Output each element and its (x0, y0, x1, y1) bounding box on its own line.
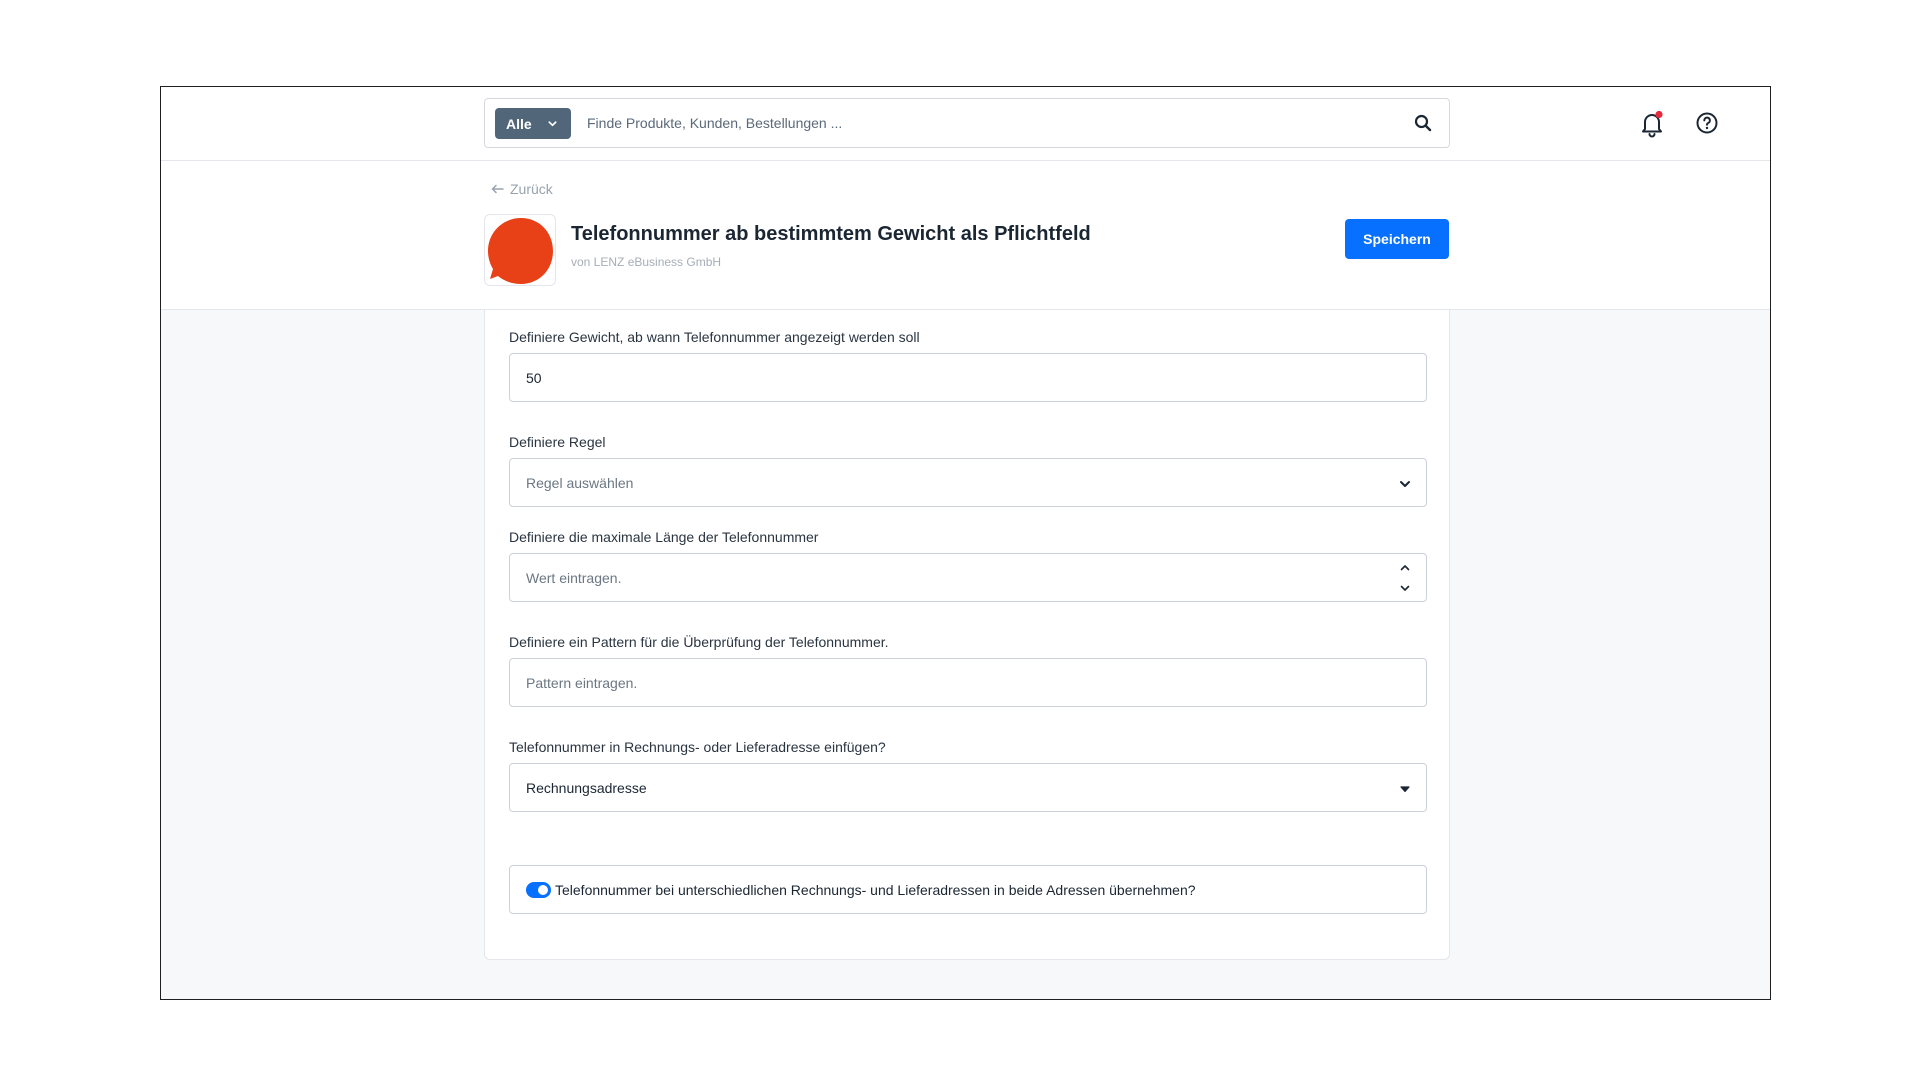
address-label: Telefonnummer in Rechnungs- oder Liefera… (509, 739, 886, 755)
rule-label: Definiere Regel (509, 434, 606, 450)
global-search: Alle (484, 98, 1450, 148)
back-label: Zurück (510, 181, 553, 197)
app-header: Zurück Telefonnummer ab bestimmtem Gewic… (161, 161, 1770, 310)
rule-placeholder: Regel auswählen (526, 475, 634, 491)
chevron-down-icon (548, 121, 557, 127)
pattern-label: Definiere ein Pattern für die Überprüfun… (509, 634, 889, 650)
max-length-label: Definiere die maximale Länge der Telefon… (509, 529, 819, 545)
max-length-placeholder: Wert eintragen. (526, 570, 622, 586)
top-bar: Alle (161, 87, 1770, 161)
search-input[interactable] (585, 99, 1385, 147)
pattern-placeholder: Pattern eintragen. (526, 675, 638, 691)
chevron-down-icon (1400, 481, 1410, 487)
address-select[interactable]: Rechnungsadresse (509, 763, 1427, 812)
page-title: Telefonnummer ab bestimmtem Gewicht als … (571, 223, 1091, 245)
bell-icon[interactable] (1639, 110, 1665, 138)
page-subtitle: von LENZ eBusiness GmbH (571, 255, 722, 269)
copy-phone-toggle[interactable] (526, 882, 551, 898)
weight-value: 50 (526, 370, 542, 386)
caret-down-icon (1400, 786, 1410, 793)
copy-phone-toggle-label: Telefonnummer bei unterschiedlichen Rech… (555, 882, 1196, 898)
max-length-input[interactable]: Wert eintragen. (509, 553, 1427, 602)
help-icon[interactable] (1695, 111, 1719, 135)
copy-phone-toggle-row: Telefonnummer bei unterschiedlichen Rech… (509, 865, 1427, 914)
toggle-knob (538, 885, 548, 895)
app-logo (484, 214, 556, 286)
search-filter-dropdown[interactable]: Alle (495, 108, 571, 139)
weight-label: Definiere Gewicht, ab wann Telefonnummer… (509, 329, 920, 345)
notification-dot (1655, 110, 1663, 119)
search-icon[interactable] (1413, 113, 1433, 133)
weight-input[interactable]: 50 (509, 353, 1427, 402)
address-value: Rechnungsadresse (526, 780, 647, 796)
search-filter-label: Alle (506, 115, 532, 132)
app-window: Alle Zurück (160, 86, 1771, 1000)
rule-select[interactable]: Regel auswählen (509, 458, 1427, 507)
pattern-input[interactable]: Pattern eintragen. (509, 658, 1427, 707)
arrow-left-icon (491, 184, 504, 194)
save-button[interactable]: Speichern (1345, 219, 1449, 259)
settings-form: Definiere Gewicht, ab wann Telefonnummer… (484, 310, 1450, 960)
number-stepper-icon[interactable] (1398, 560, 1412, 596)
back-link[interactable]: Zurück (491, 181, 553, 197)
